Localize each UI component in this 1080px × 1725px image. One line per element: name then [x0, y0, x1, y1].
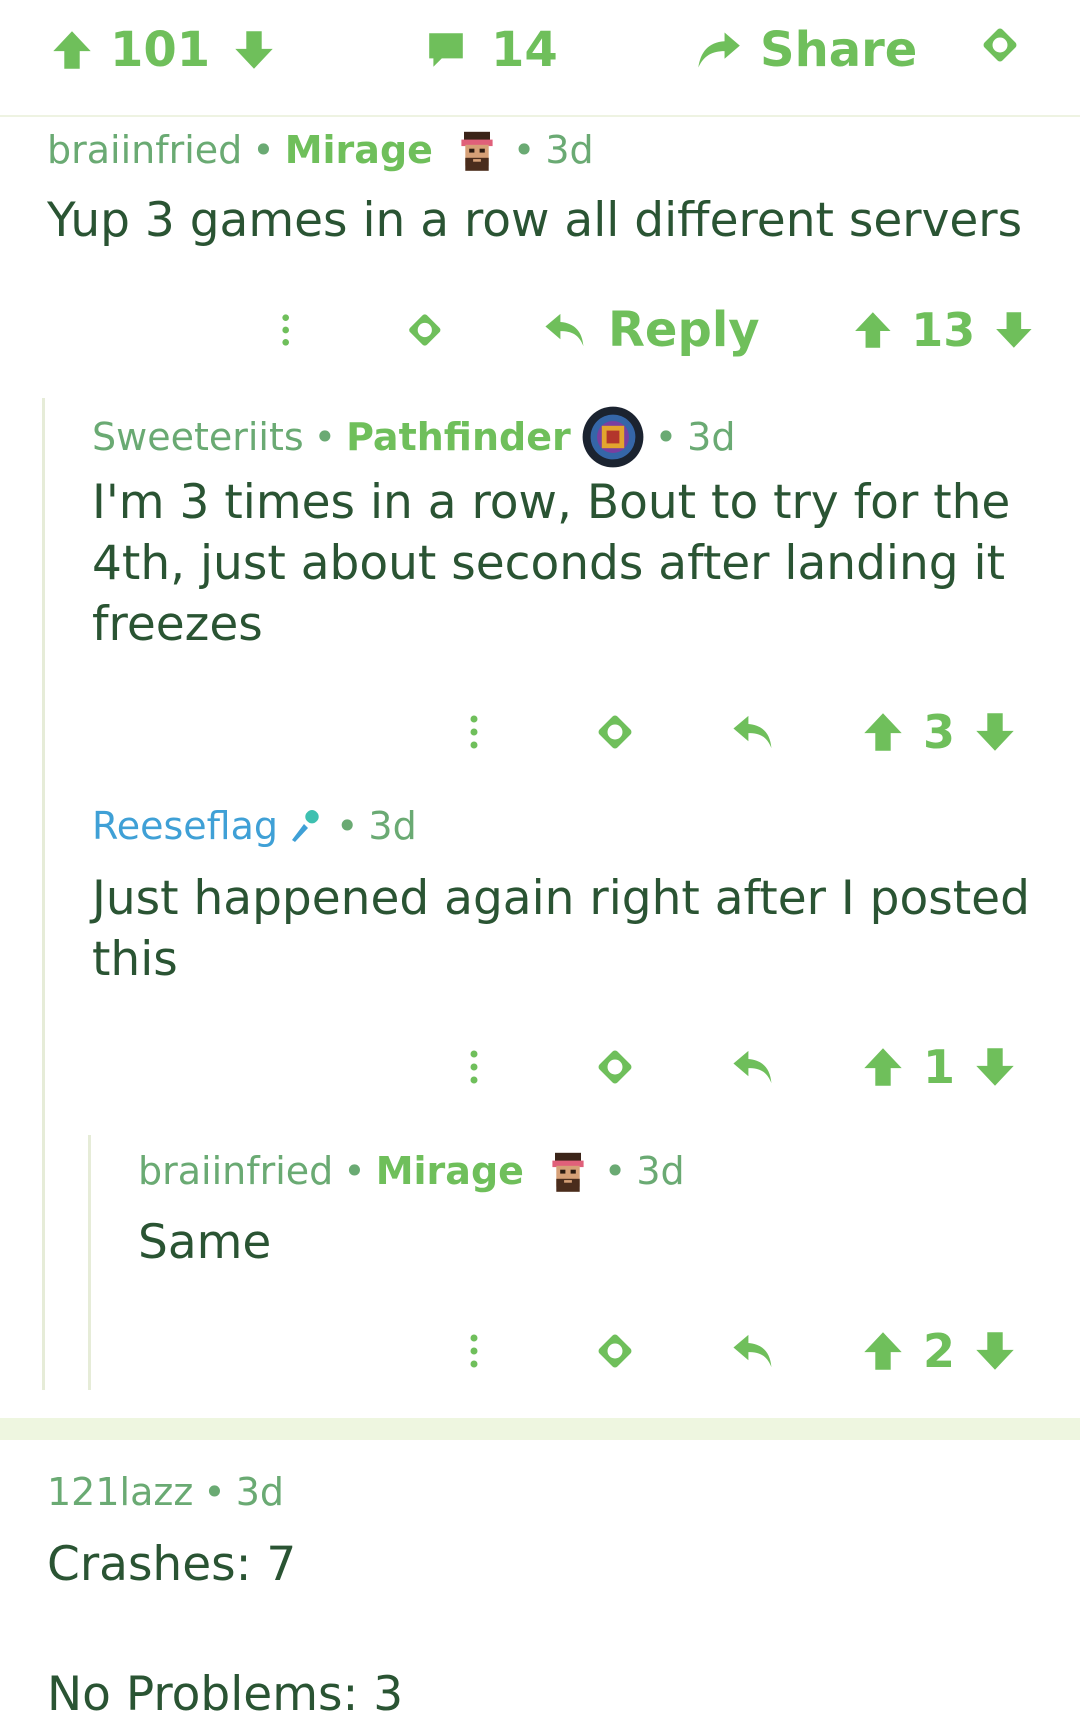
comment-thread-separator	[0, 1418, 1080, 1440]
comment-meta: braiinfried • Mirage • 3d	[138, 1145, 685, 1197]
speech-bubble-icon	[425, 29, 467, 71]
upvote-icon[interactable]	[861, 710, 905, 754]
comment-time: 3d	[687, 415, 736, 459]
share-label: Share	[760, 22, 918, 78]
comments-button[interactable]: 14	[425, 22, 558, 78]
award-icon[interactable]	[592, 1328, 638, 1374]
reply-arrow-icon[interactable]	[730, 1328, 776, 1374]
downvote-icon[interactable]	[993, 308, 1035, 352]
reply-button[interactable]: Reply	[542, 302, 760, 358]
vote-count: 13	[911, 303, 976, 357]
username[interactable]: 121lazz	[47, 1470, 193, 1514]
comment-actions: 2	[468, 1316, 1035, 1386]
comment-meta: braiinfried • Mirage • 3d	[47, 124, 594, 176]
post-action-bar: 101 14 Share	[0, 0, 1080, 117]
separator-dot: •	[313, 415, 337, 459]
upvote-icon[interactable]	[852, 308, 894, 352]
username[interactable]: Sweeteriits	[92, 415, 304, 459]
post-award-button[interactable]	[977, 22, 1023, 68]
username[interactable]: braiinfried	[138, 1149, 333, 1193]
avatar-flair-icon	[542, 1145, 594, 1197]
comment-body-line: Crashes: 7	[47, 1537, 297, 1592]
comment-actions: Reply 13	[280, 295, 1035, 365]
comment-meta: Reeseflag • 3d	[92, 804, 417, 848]
username[interactable]: braiinfried	[47, 128, 242, 172]
downvote-icon[interactable]	[232, 28, 276, 72]
separator-dot: •	[654, 415, 678, 459]
separator-dot: •	[203, 1470, 226, 1514]
award-icon[interactable]	[592, 709, 638, 755]
award-icon[interactable]	[403, 307, 447, 353]
vertical-dots-icon[interactable]	[468, 1047, 480, 1087]
comment-count: 14	[491, 22, 558, 78]
comment-body: I'm 3 times in a row, Bout to try for th…	[92, 475, 1011, 652]
award-icon[interactable]	[592, 1044, 638, 1090]
separator-dot: •	[252, 128, 275, 172]
vertical-dots-icon[interactable]	[280, 310, 291, 350]
post-vote-group: 101	[50, 22, 276, 78]
comment-body-line: No Problems: 3	[47, 1667, 404, 1722]
username-moderator[interactable]: Reeseflag	[92, 804, 278, 848]
avatar-flair-icon	[451, 124, 503, 176]
downvote-icon[interactable]	[973, 1045, 1017, 1089]
comment-meta: 121lazz • 3d	[47, 1470, 284, 1514]
vote-count: 1	[923, 1040, 956, 1094]
share-button[interactable]: Share	[694, 22, 917, 78]
microphone-icon	[286, 806, 326, 846]
reply-label: Reply	[607, 302, 760, 358]
reply-arrow-icon	[542, 307, 588, 353]
comment-time: 3d	[368, 804, 417, 848]
vote-count: 3	[923, 705, 956, 759]
award-icon	[977, 22, 1023, 68]
pathfinder-flair-icon	[581, 405, 645, 469]
comment-meta: Sweeteriits • Pathfinder • 3d	[92, 405, 735, 469]
vertical-dots-icon[interactable]	[468, 712, 480, 752]
vote-count: 2	[923, 1324, 956, 1378]
user-flair: Mirage	[284, 128, 433, 172]
upvote-icon[interactable]	[861, 1329, 905, 1373]
vertical-dots-icon[interactable]	[468, 1331, 480, 1371]
upvote-icon[interactable]	[861, 1045, 905, 1089]
user-flair: Pathfinder	[346, 415, 571, 459]
downvote-icon[interactable]	[973, 710, 1017, 754]
reply-arrow-icon[interactable]	[730, 709, 776, 755]
separator-dot: •	[603, 1149, 627, 1193]
comment-body: Just happened again right after I posted…	[92, 871, 1030, 987]
comment-body: Same	[138, 1215, 272, 1270]
separator-dot: •	[343, 1149, 366, 1193]
thread-line	[42, 398, 45, 1390]
downvote-icon[interactable]	[973, 1329, 1017, 1373]
thread-line	[88, 1135, 91, 1390]
separator-dot: •	[335, 804, 359, 848]
comment-time: 3d	[636, 1149, 685, 1193]
share-arrow-icon	[694, 28, 742, 72]
user-flair: Mirage	[375, 1149, 524, 1193]
comment-time: 3d	[545, 128, 594, 172]
separator-dot: •	[512, 128, 536, 172]
upvote-icon[interactable]	[50, 28, 94, 72]
comment-actions: 3	[468, 697, 1035, 767]
reply-arrow-icon[interactable]	[730, 1044, 776, 1090]
comment-body: Yup 3 games in a row all different serve…	[47, 193, 1023, 248]
post-score: 101	[110, 22, 211, 78]
comment-actions: 1	[468, 1032, 1035, 1102]
comment-time: 3d	[235, 1470, 285, 1514]
